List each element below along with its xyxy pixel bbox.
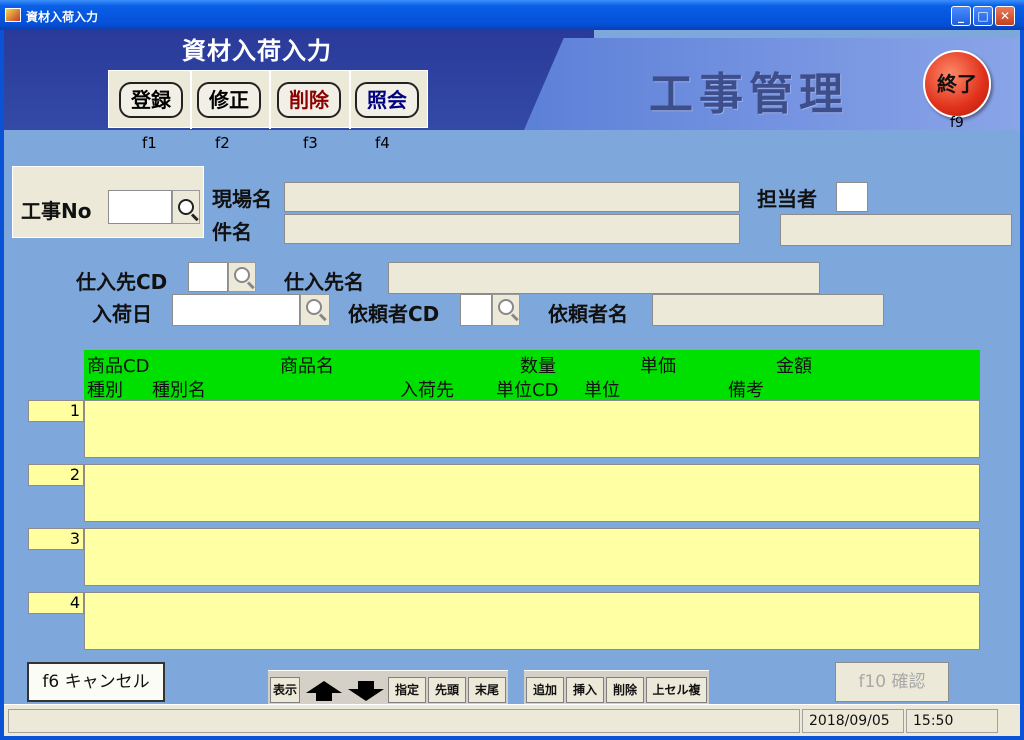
supplier-name-label: 仕入先名 [284,270,364,294]
table-row[interactable] [84,400,980,458]
insert-row-button[interactable]: 挿入 [566,677,604,703]
subject-label: 件名 [212,220,252,244]
exit-button[interactable]: 終了 [923,50,991,118]
app-name: 工事管理 [649,69,849,120]
table-row[interactable] [84,592,980,650]
requester-cd-label: 依頼者CD [348,302,440,326]
handle [510,313,519,322]
col-destination: 入荷先 [400,380,454,401]
col-item-name: 商品名 [280,356,334,377]
col-amount: 金額 [776,356,812,377]
search-icon [498,299,514,315]
f2-key-label: f2 [215,134,230,152]
arrow-down-icon[interactable] [346,679,386,703]
close-button[interactable]: ✕ [995,6,1015,26]
edit-toolbar: 追加 挿入 削除 上セル複写 [524,670,709,721]
project-no-label: 工事No [21,199,92,223]
show-button[interactable]: 表示 [270,677,300,703]
person-in-charge-input[interactable] [836,182,868,212]
last-button[interactable]: 末尾 [468,677,506,703]
copy-above-button[interactable]: 上セル複写 [646,677,707,721]
status-bar: 2018/09/05 15:50 [4,704,1020,736]
arrival-date-search-button[interactable] [300,294,330,326]
requester-cd-input[interactable] [460,294,492,326]
supplier-search-button[interactable] [228,262,256,292]
divider [349,71,351,129]
maximize-button[interactable]: □ [973,6,993,26]
f9-key-label: f9 [950,115,964,131]
app-icon [5,8,21,22]
f4-key-label: f4 [375,134,390,152]
project-no-input[interactable] [108,190,172,224]
minimize-button[interactable]: _ [951,6,971,26]
requester-search-button[interactable] [492,294,520,326]
specify-button[interactable]: 指定 [388,677,426,703]
delete-row-button[interactable]: 削除 [606,677,644,703]
arrival-date-label: 入荷日 [92,302,152,326]
table-row[interactable] [84,464,980,522]
requester-name-label: 依頼者名 [548,302,628,326]
supplier-name-field [388,262,820,294]
modify-mode-button[interactable]: 修正 [197,82,261,118]
arrow-up-icon[interactable] [304,679,344,703]
status-time: 15:50 [906,709,998,733]
first-button[interactable]: 先頭 [428,677,466,703]
search-icon [178,199,194,215]
site-name-label: 現場名 [212,187,272,211]
search-icon [306,299,322,315]
mode-panel: 登録 修正 削除 照会 [108,70,428,129]
row-number: 4 [28,592,84,614]
row-number: 1 [28,400,84,422]
title-bar[interactable]: 資材入荷入力 _ □ ✕ [0,0,1024,30]
inquiry-mode-button[interactable]: 照会 [355,82,419,118]
project-no-search-button[interactable] [172,190,200,224]
subject-field [284,214,740,244]
confirm-button[interactable]: f10 確認 [835,662,949,702]
person-in-charge-label: 担当者 [757,187,817,211]
app-window: 資材入荷入力 _ □ ✕ 資材入荷入力 工事管理 登録 修正 削除 照会 f1 … [0,0,1024,740]
row-number: 3 [28,528,84,550]
table-row[interactable] [84,528,980,586]
add-row-button[interactable]: 追加 [526,677,564,703]
f3-key-label: f3 [303,134,318,152]
cancel-button[interactable]: f6 キャンセル [27,662,165,702]
col-remarks: 備考 [728,380,764,401]
window-title: 資材入荷入力 [26,10,99,24]
handle [246,281,255,290]
col-type: 種別 [87,380,123,401]
handle [190,213,199,222]
requester-name-field [652,294,884,326]
grid-header: 商品CD 商品名 数量 単価 金額 種別 種別名 入荷先 単位CD 単位 備考 [84,350,980,401]
client-area: 資材入荷入力 工事管理 登録 修正 削除 照会 f1 f2 f3 f4 終了 f… [4,30,1020,736]
col-quantity: 数量 [520,356,556,377]
person-in-charge-name-field [780,214,1012,246]
delete-mode-button[interactable]: 削除 [277,82,341,118]
site-name-field [284,182,740,212]
f1-key-label: f1 [142,134,157,152]
register-mode-button[interactable]: 登録 [119,82,183,118]
divider [269,71,271,129]
screen-title: 資材入荷入力 [182,37,332,65]
status-message [8,709,800,733]
navigation-toolbar: 表示 指定 先頭 末尾 [268,670,508,704]
status-date: 2018/09/05 [802,709,904,733]
search-icon [234,267,250,283]
arrival-date-input[interactable] [172,294,300,326]
divider [190,71,192,129]
col-unit: 単位 [584,380,620,401]
col-unit-cd: 単位CD [496,380,559,401]
col-type-name: 種別名 [152,380,206,401]
supplier-cd-label: 仕入先CD [76,270,168,294]
col-unit-price: 単価 [640,356,676,377]
col-item-cd: 商品CD [87,356,150,377]
row-number: 2 [28,464,84,486]
supplier-cd-input[interactable] [188,262,228,292]
handle [318,313,327,322]
